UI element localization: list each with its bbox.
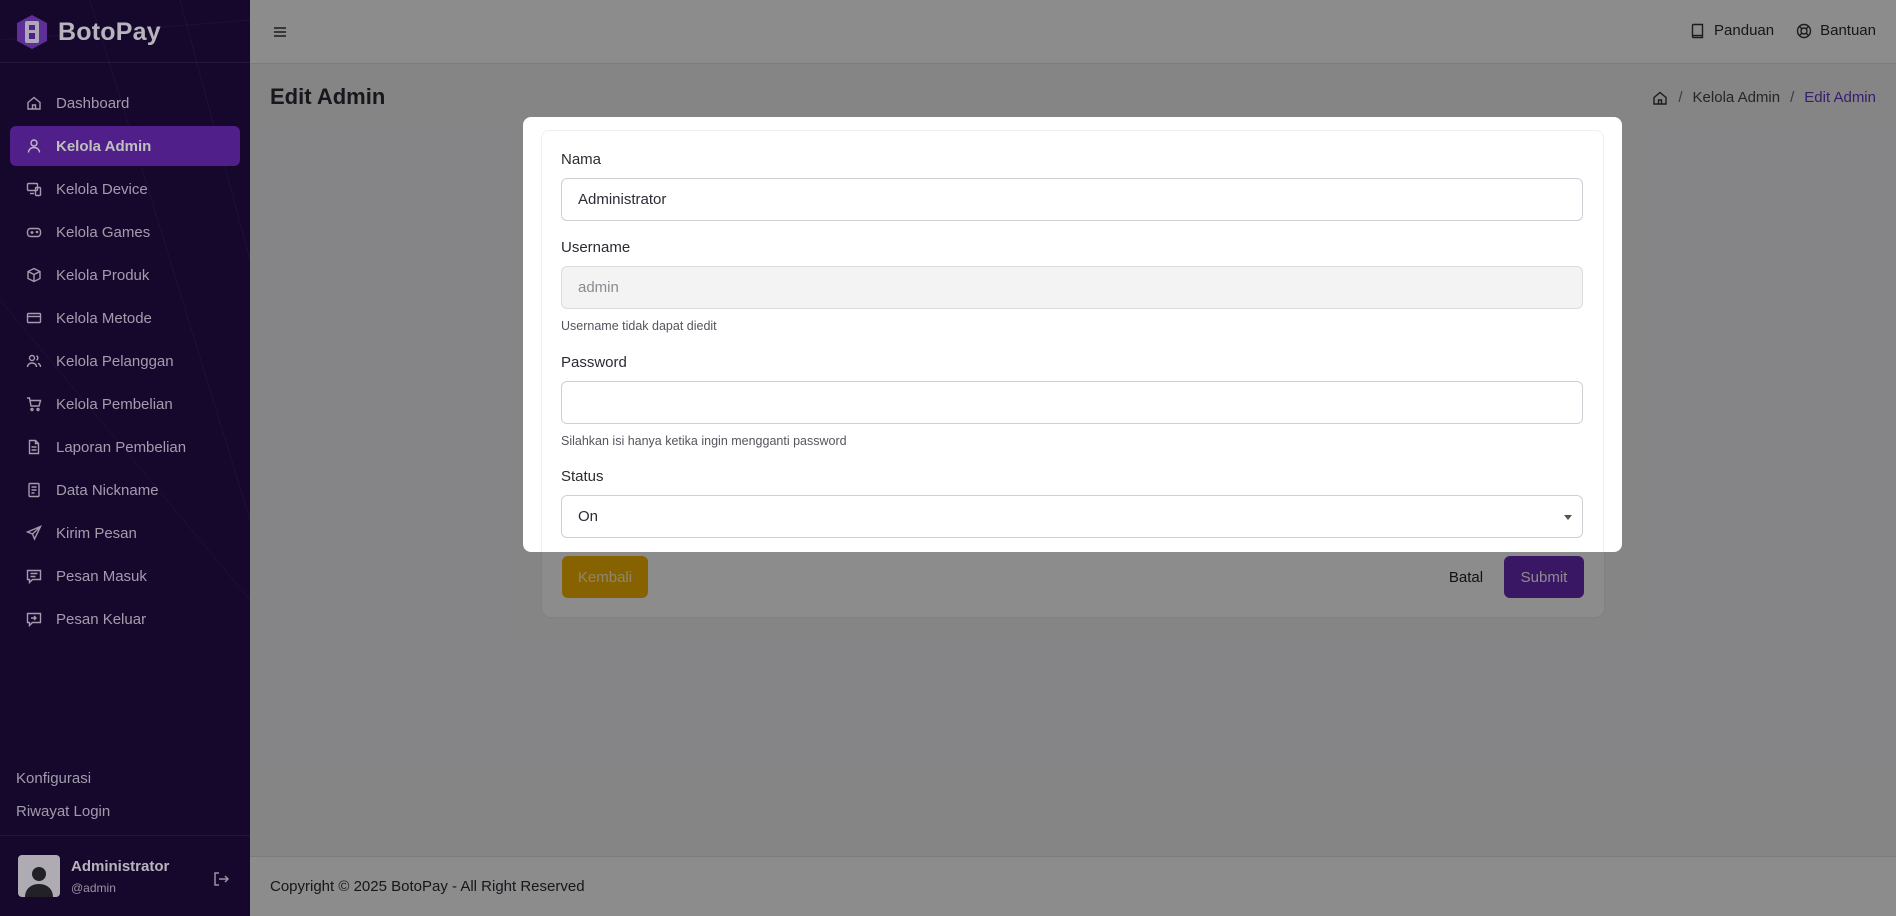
sidebar-item-pesan-masuk[interactable]: Pesan Masuk — [10, 556, 240, 596]
username-label: Username — [561, 239, 631, 256]
sidebar-item-label: Data Nickname — [56, 481, 159, 499]
avatar — [18, 855, 60, 897]
status-label: Status — [561, 468, 604, 485]
sidebar-item-data-nickname[interactable]: Data Nickname — [10, 470, 240, 510]
sidebar-item-kelola-games[interactable]: Kelola Games — [10, 212, 240, 252]
username-help-text: Username tidak dapat diedit — [561, 319, 717, 333]
sidebar-item-label: Laporan Pembelian — [56, 438, 187, 456]
divider — [0, 62, 250, 63]
sidebar-item-kelola-admin[interactable]: Kelola Admin — [10, 126, 240, 166]
sidebar-item-dashboard[interactable]: Dashboard — [10, 83, 240, 123]
sidebar-item-kelola-pembelian[interactable]: Kelola Pembelian — [10, 384, 240, 424]
edit-admin-modal: Nama Username Username tidak dapat diedi… — [523, 117, 1622, 552]
home-icon — [27, 96, 41, 110]
logout-icon[interactable] — [212, 870, 230, 888]
message-icon — [26, 569, 42, 584]
sidebar-item-kirim-pesan[interactable]: Kirim Pesan — [10, 513, 240, 553]
credit-card-icon — [26, 312, 42, 324]
status-selected-value: On — [578, 508, 599, 525]
document-icon — [28, 439, 40, 455]
user-info: Administrator @admin — [71, 858, 169, 895]
user-silhouette-icon — [25, 867, 53, 897]
sidebar-item-label: Kelola Admin — [56, 137, 152, 155]
nama-label: Nama — [561, 151, 602, 168]
brand-name: BotoPay — [58, 17, 161, 46]
status-select[interactable]: On — [561, 495, 1583, 538]
sidebar-nav: Dashboard Kelola Admin Kelola Device Kel… — [10, 83, 240, 642]
sidebar-item-kelola-pelanggan[interactable]: Kelola Pelanggan — [10, 341, 240, 381]
sidebar-item-kelola-produk[interactable]: Kelola Produk — [10, 255, 240, 295]
password-label: Password — [561, 354, 627, 371]
sidebar-item-laporan-pembelian[interactable]: Laporan Pembelian — [10, 427, 240, 467]
sidebar-item-label: Kelola Games — [56, 223, 151, 241]
box-icon — [27, 267, 41, 283]
user-box: Administrator @admin — [0, 835, 250, 916]
sidebar-item-label: Dashboard — [56, 94, 130, 112]
sidebar-link-konfigurasi[interactable]: Konfigurasi — [16, 762, 110, 795]
brand[interactable]: BotoPay — [14, 12, 161, 52]
sidebar-item-label: Kirim Pesan — [56, 524, 137, 542]
devices-icon — [26, 182, 42, 197]
user-handle: @admin — [71, 880, 116, 895]
sidebar-item-label: Kelola Pembelian — [56, 395, 173, 413]
users-icon — [26, 354, 42, 368]
gamepad-icon — [26, 227, 42, 238]
send-icon — [26, 525, 42, 541]
sidebar-item-label: Pesan Keluar — [56, 610, 147, 628]
password-field[interactable] — [561, 381, 1583, 424]
sidebar-links: Konfigurasi Riwayat Login — [16, 762, 110, 828]
sidebar-item-pesan-keluar[interactable]: Pesan Keluar — [10, 599, 240, 639]
nama-field[interactable] — [561, 178, 1583, 221]
sidebar-item-label: Kelola Pelanggan — [56, 352, 174, 370]
user-name: Administrator — [71, 857, 170, 875]
sidebar-item-label: Pesan Masuk — [56, 567, 147, 585]
sidebar-link-riwayat-login[interactable]: Riwayat Login — [16, 795, 110, 828]
sidebar-item-label: Kelola Metode — [56, 309, 152, 327]
file-icon — [28, 482, 40, 498]
sidebar: BotoPay Dashboard Kelola Admin Kelola De… — [0, 0, 250, 916]
sidebar-item-kelola-metode[interactable]: Kelola Metode — [10, 298, 240, 338]
password-help-text: Silahkan isi hanya ketika ingin menggant… — [561, 434, 847, 448]
botopay-logo-icon — [17, 15, 47, 49]
caret-down-icon — [1564, 515, 1572, 520]
sidebar-item-label: Kelola Device — [56, 180, 148, 198]
username-field — [561, 266, 1583, 309]
user-icon — [27, 139, 41, 153]
sidebar-item-label: Kelola Produk — [56, 266, 150, 284]
sidebar-item-kelola-device[interactable]: Kelola Device — [10, 169, 240, 209]
cart-icon — [27, 397, 42, 412]
message-out-icon — [26, 612, 42, 627]
